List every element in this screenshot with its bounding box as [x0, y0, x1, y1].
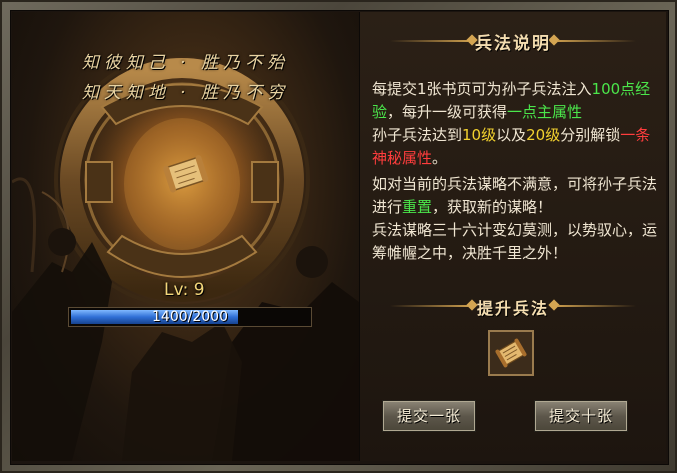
panel-title-bar: 兵法说明 — [360, 26, 666, 56]
level-label: Lv: 9 — [164, 280, 205, 300]
panel-title: 兵法说明 — [475, 34, 551, 54]
info-panel: 兵法说明 每提交1张书页可为孙子兵法注入100点经验，每升一级可获得一点主属性 … — [359, 12, 666, 461]
desc-paragraph-4: 兵法谋略三十六计变幻莫测，以势驭心，运筹帷幄之中，决胜千里之外！ — [372, 221, 658, 262]
exp-progress-text: 1400/2000 — [152, 309, 228, 325]
book-page-item-slot[interactable] — [488, 330, 534, 376]
submit-ten-button[interactable]: 提交十张 — [534, 400, 628, 432]
exp-progress-bar: 1400/2000 — [68, 307, 312, 327]
art-scene: 知彼知己 · 胜乃不殆 知天知地 · 胜乃不穷 Lv: 9 1400/2000 — [12, 12, 359, 461]
description-text: 每提交1张书页可为孙子兵法注入100点经验，每升一级可获得一点主属性 孙子兵法达… — [372, 78, 664, 265]
scroll-icon — [495, 338, 527, 368]
desc-paragraph-2: 孙子兵法达到10级以及20级分别解锁一条神秘属性。 — [372, 126, 651, 167]
desc-paragraph-3: 如对当前的兵法谋略不满意，可将孙子兵法进行重置，获取新的谋略！ — [372, 175, 658, 216]
desc-paragraph-1: 每提交1张书页可为孙子兵法注入100点经验，每升一级可获得一点主属性 — [372, 80, 651, 121]
motto-line-1: 知彼知己 · 胜乃不殆 — [81, 53, 290, 73]
motto-line-2: 知天知地 · 胜乃不穷 — [81, 83, 290, 103]
submit-one-button[interactable]: 提交一张 — [382, 400, 476, 432]
upgrade-title: 提升兵法 — [476, 299, 549, 318]
upgrade-title-bar: 提升兵法 — [360, 290, 666, 320]
